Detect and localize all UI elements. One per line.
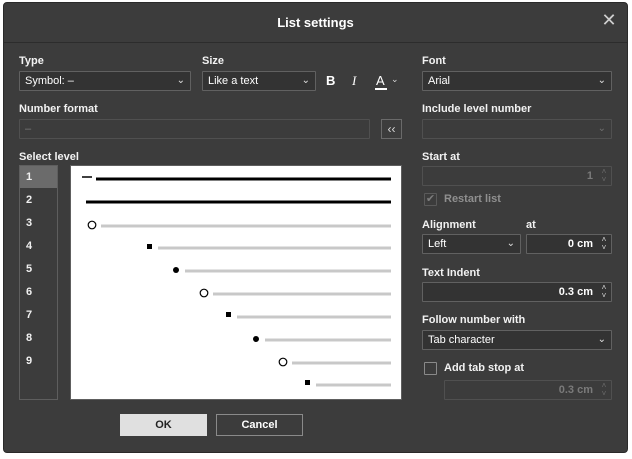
square-bullet-icon	[147, 244, 152, 249]
ok-button[interactable]: OK	[120, 414, 207, 436]
start-at-input[interactable]: 1 ˄ ˅	[422, 166, 612, 186]
insert-format-button[interactable]: ‹‹	[381, 119, 402, 139]
number-format-input[interactable]: –	[19, 119, 370, 139]
font-color-button[interactable]: A ⌄	[374, 71, 402, 91]
level-list: 1 2 3 4 5 6 7 8 9	[19, 165, 58, 400]
level-item[interactable]: 4	[20, 235, 57, 257]
chevron-down-icon: ⌄	[597, 334, 606, 345]
level-item[interactable]: 8	[20, 327, 57, 349]
font-color-underline	[375, 88, 387, 90]
bold-button[interactable]: B	[326, 73, 335, 88]
text-indent-label: Text Indent	[422, 267, 480, 279]
dialog-title: List settings	[277, 15, 354, 30]
level-item[interactable]: 3	[20, 212, 57, 234]
include-level-label: Include level number	[422, 103, 532, 115]
font-color-icon: A	[376, 73, 385, 88]
start-at-label: Start at	[422, 151, 460, 163]
hollow-circle-bullet-icon	[199, 288, 209, 298]
size-label: Size	[202, 55, 225, 67]
start-at-value: 1	[586, 170, 593, 182]
alignment-label: Alignment	[422, 219, 476, 231]
add-tab-stop-checkbox[interactable]	[424, 362, 437, 375]
alignment-at-value: 0 cm	[567, 238, 593, 250]
select-level-label: Select level	[19, 151, 79, 163]
number-format-value: –	[25, 123, 32, 135]
level-item[interactable]: 5	[20, 258, 57, 280]
level-item[interactable]: 7	[20, 304, 57, 326]
font-label: Font	[422, 55, 446, 67]
level-item[interactable]: 9	[20, 350, 57, 372]
chevron-down-icon: ⌄	[597, 123, 606, 134]
spinner-icon[interactable]: ˄ ˅	[600, 382, 608, 398]
text-indent-input[interactable]: 0.3 cm ˄ ˅	[422, 282, 612, 302]
tab-stop-input[interactable]: 0.3 cm ˄ ˅	[444, 380, 612, 400]
level-item[interactable]: 6	[20, 281, 57, 303]
filled-circle-bullet-icon	[253, 336, 259, 342]
type-value: Symbol: –	[25, 75, 74, 87]
type-select[interactable]: Symbol: – ⌄	[19, 71, 191, 91]
chevron-down-icon: ⌄	[506, 238, 515, 249]
spinner-icon[interactable]: ˄ ˅	[600, 168, 608, 184]
hollow-circle-bullet-icon	[87, 220, 97, 230]
chevron-down-icon: ⌄	[301, 75, 310, 86]
restart-list-label: Restart list	[444, 193, 501, 205]
alignment-select[interactable]: Left ⌄	[422, 234, 521, 254]
font-select[interactable]: Arial ⌄	[422, 71, 612, 91]
restart-list-checkbox[interactable]: ✔	[424, 193, 437, 206]
cancel-button[interactable]: Cancel	[216, 414, 303, 436]
level-item[interactable]: 1	[20, 166, 57, 188]
size-select[interactable]: Like a text ⌄	[202, 71, 316, 91]
number-format-label: Number format	[19, 103, 98, 115]
alignment-at-input[interactable]: 0 cm ˄ ˅	[526, 234, 612, 254]
add-tab-stop-label: Add tab stop at	[444, 362, 525, 374]
tab-stop-value: 0.3 cm	[558, 384, 593, 396]
follow-select[interactable]: Tab character ⌄	[422, 330, 612, 350]
follow-value: Tab character	[428, 334, 495, 346]
italic-button[interactable]: I	[352, 73, 356, 89]
text-indent-value: 0.3 cm	[558, 286, 593, 298]
alignment-value: Left	[428, 238, 447, 250]
type-label: Type	[19, 55, 44, 67]
chevron-down-icon: ⌄	[176, 75, 185, 86]
hollow-circle-bullet-icon	[278, 357, 288, 367]
level-item[interactable]: 2	[20, 189, 57, 211]
include-level-select[interactable]: ⌄	[422, 119, 612, 139]
square-bullet-icon	[226, 312, 231, 317]
spinner-icon[interactable]: ˄ ˅	[600, 284, 608, 300]
chevron-down-icon: ⌄	[597, 75, 606, 86]
square-bullet-icon	[305, 380, 310, 385]
preview-canvas	[82, 176, 391, 387]
filled-circle-bullet-icon	[173, 267, 179, 273]
close-icon[interactable]: ✕	[601, 11, 617, 29]
list-preview	[70, 165, 402, 400]
chevron-down-icon: ⌄	[391, 74, 399, 84]
list-settings-dialog: List settings ✕ Type Symbol: – ⌄ Size Li…	[3, 2, 628, 453]
font-value: Arial	[428, 75, 451, 87]
spinner-icon[interactable]: ˄ ˅	[600, 236, 608, 252]
follow-label: Follow number with	[422, 314, 526, 326]
alignment-at-label: at	[526, 219, 536, 231]
title-divider	[4, 42, 627, 43]
size-value: Like a text	[208, 75, 259, 87]
